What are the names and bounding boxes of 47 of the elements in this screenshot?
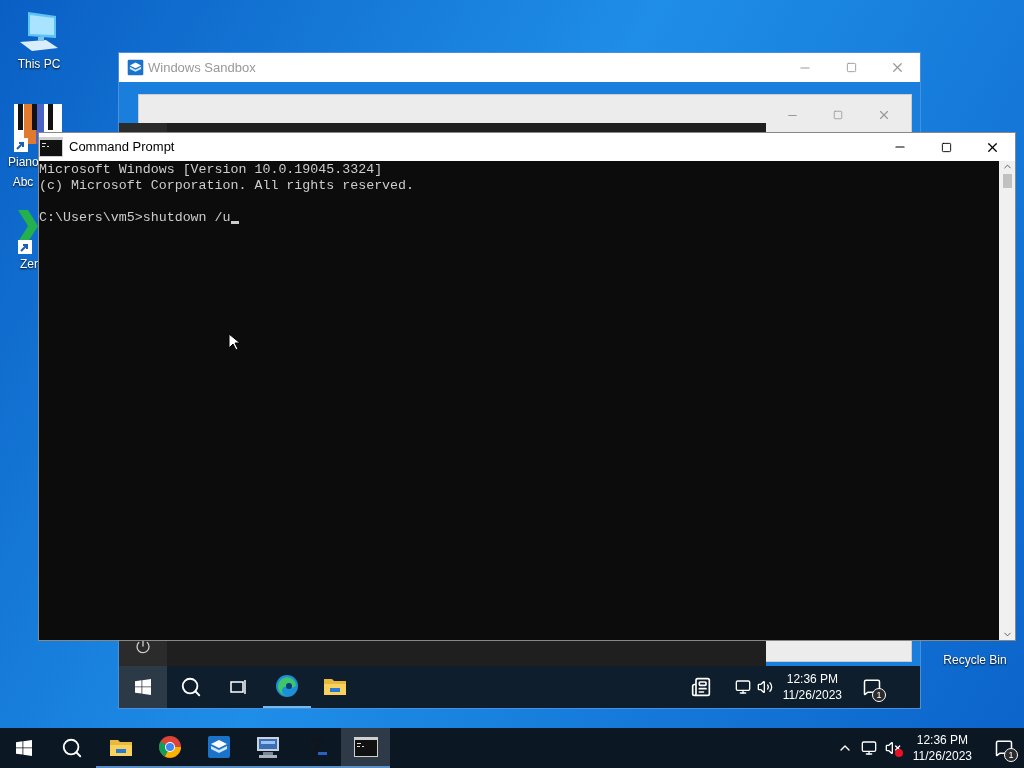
desktop-icon-label[interactable]: This PC bbox=[8, 54, 70, 74]
volume-icon[interactable] bbox=[756, 679, 773, 695]
remote-desktop-icon bbox=[254, 735, 281, 759]
clock-date: 11/26/2023 bbox=[782, 687, 842, 703]
notification-icon bbox=[995, 739, 1013, 757]
console-icon bbox=[353, 737, 378, 757]
edge-icon bbox=[275, 674, 299, 698]
volume-muted-icon[interactable] bbox=[884, 740, 901, 756]
window-title: Windows Sandbox bbox=[148, 58, 256, 77]
taskbar-app[interactable] bbox=[341, 728, 390, 768]
notification-count: 1 bbox=[1004, 748, 1018, 762]
desktop-icon-label[interactable]: Zer bbox=[8, 254, 38, 274]
folder-icon bbox=[109, 738, 132, 756]
clock-time: 12:36 PM bbox=[916, 732, 969, 748]
console-line: (c) Microsoft Corporation. All rights reserved. bbox=[39, 178, 415, 194]
network-icon[interactable] bbox=[734, 679, 751, 695]
windows-logo-icon bbox=[135, 679, 151, 695]
sandbox-icon bbox=[127, 59, 144, 76]
desktop-icon-label[interactable]: Piano Abc bbox=[8, 152, 38, 192]
clock-date: 11/26/2023 bbox=[912, 748, 972, 764]
news-icon[interactable] bbox=[690, 677, 711, 697]
notification-button[interactable]: 1 bbox=[852, 666, 892, 708]
power-icon[interactable] bbox=[135, 638, 151, 654]
sandbox-icon bbox=[206, 735, 231, 759]
chrome-icon bbox=[157, 735, 182, 759]
console-line: Microsoft Windows [Version 10.0.19045.3324] bbox=[39, 162, 383, 178]
clock-time: 12:36 PM bbox=[786, 671, 839, 687]
notification-button[interactable]: 1 bbox=[984, 728, 1024, 768]
scrollbar-thumb[interactable] bbox=[1002, 174, 1012, 188]
maximize-icon[interactable] bbox=[940, 141, 952, 153]
text-cursor bbox=[230, 221, 239, 224]
folder-icon bbox=[324, 677, 346, 695]
notification-icon bbox=[863, 678, 881, 696]
chevron-logo-icon bbox=[18, 210, 38, 254]
computer-icon bbox=[18, 10, 60, 54]
windows-logo-icon bbox=[16, 740, 32, 756]
task-view-icon[interactable] bbox=[230, 679, 248, 695]
notification-count: 1 bbox=[872, 688, 886, 702]
desktop-icon-label[interactable]: Recycle Bin bbox=[943, 651, 1007, 669]
start-button[interactable] bbox=[119, 666, 167, 708]
search-icon[interactable] bbox=[180, 676, 202, 698]
scrollbar[interactable] bbox=[999, 161, 1015, 640]
console-prompt: C:\Users\vm5>shutdown /u bbox=[39, 210, 231, 226]
window-title: Command Prompt bbox=[69, 138, 175, 157]
network-icon[interactable] bbox=[860, 740, 877, 756]
search-icon[interactable] bbox=[61, 737, 83, 759]
mouse-pointer-icon bbox=[228, 333, 240, 351]
